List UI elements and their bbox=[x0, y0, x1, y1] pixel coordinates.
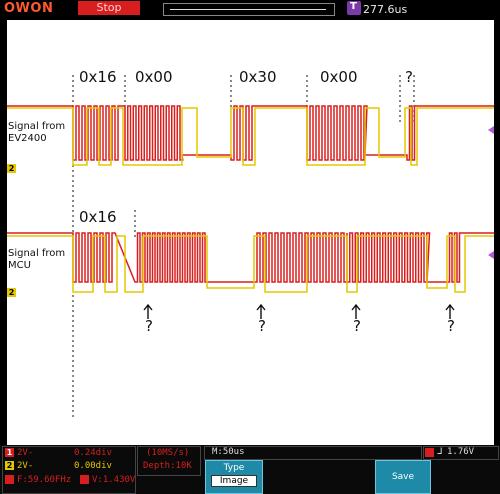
ch2-ground-marker[interactable]: 2 bbox=[7, 164, 16, 173]
ch2-volts: 2V- bbox=[17, 461, 34, 471]
question-mark-2: ? bbox=[258, 317, 266, 335]
byte-label-0x16: 0x16 bbox=[79, 68, 117, 86]
image-option[interactable]: Image bbox=[211, 475, 257, 487]
byte-label-0x30: 0x30 bbox=[239, 68, 277, 86]
waveform-screen: 0x16 0x00 0x30 0x00 ? 0x16 Signal from E… bbox=[7, 20, 494, 445]
question-mark-3: ? bbox=[353, 317, 361, 335]
left-strip bbox=[0, 20, 7, 445]
owon-logo: OWON bbox=[4, 1, 54, 16]
byte-label-0x00-a: 0x00 bbox=[135, 68, 173, 86]
timebase-readout: M:50us bbox=[212, 447, 245, 457]
trigger-value-readout: V:1.430V bbox=[92, 475, 136, 485]
bottom-panel: 1 2V- 0.24div 2 2V- 0.00div F:59.60FHz V… bbox=[0, 445, 500, 494]
memory-position-bar[interactable] bbox=[163, 3, 335, 16]
ch2-upper-trace bbox=[7, 107, 494, 166]
right-strip bbox=[494, 20, 500, 445]
signal-label-ev2400: Signal from EV2400 bbox=[8, 121, 66, 144]
byte-label-mcu-0x16: 0x16 bbox=[79, 208, 117, 226]
memory-depth: Depth:10K bbox=[143, 461, 192, 471]
question-mark-1: ? bbox=[145, 317, 153, 335]
ch2-tag: 2 bbox=[5, 461, 14, 470]
run-stop-indicator[interactable]: Stop bbox=[78, 1, 140, 15]
ch2-offset: 0.00div bbox=[74, 461, 112, 471]
freq-tag-icon bbox=[5, 475, 14, 484]
byte-label-unknown: ? bbox=[405, 68, 413, 86]
type-button[interactable]: Type Image bbox=[205, 460, 263, 494]
trigger-level: 1.76V bbox=[447, 447, 475, 457]
signal-label-mcu: Signal from MCU bbox=[8, 248, 66, 271]
ch1-lower-trace bbox=[7, 232, 494, 283]
sample-rate: (10MS/s) bbox=[146, 448, 190, 458]
ch1-tag: 1 bbox=[5, 448, 14, 457]
ch1-offset: 0.24div bbox=[74, 448, 112, 458]
frequency-readout: F:59.60FHz bbox=[17, 475, 72, 485]
ch1-upper-trace bbox=[7, 105, 494, 161]
trig-val-tag-icon bbox=[80, 475, 89, 484]
trigger-level-marker-icon[interactable] bbox=[488, 251, 494, 259]
trigger-source-icon bbox=[425, 448, 434, 457]
trigger-position-icon bbox=[347, 1, 361, 15]
save-button[interactable]: Save bbox=[375, 460, 431, 494]
horizontal-position: 277.6us bbox=[363, 3, 408, 16]
status-bar: OWON Stop 277.6us bbox=[0, 0, 500, 20]
question-mark-4: ? bbox=[447, 317, 455, 335]
byte-label-0x00-b: 0x00 bbox=[320, 68, 358, 86]
trigger-edge-icon: ᒧ bbox=[437, 447, 443, 457]
trigger-level-marker-icon[interactable] bbox=[488, 126, 494, 134]
ch1-volts: 2V- bbox=[17, 448, 34, 458]
oscilloscope-display: OWON Stop 277.6us 0x16 0x00 0x30 0x00 ? … bbox=[0, 0, 500, 494]
ch2-ground-marker-lower[interactable]: 2 bbox=[7, 288, 16, 297]
